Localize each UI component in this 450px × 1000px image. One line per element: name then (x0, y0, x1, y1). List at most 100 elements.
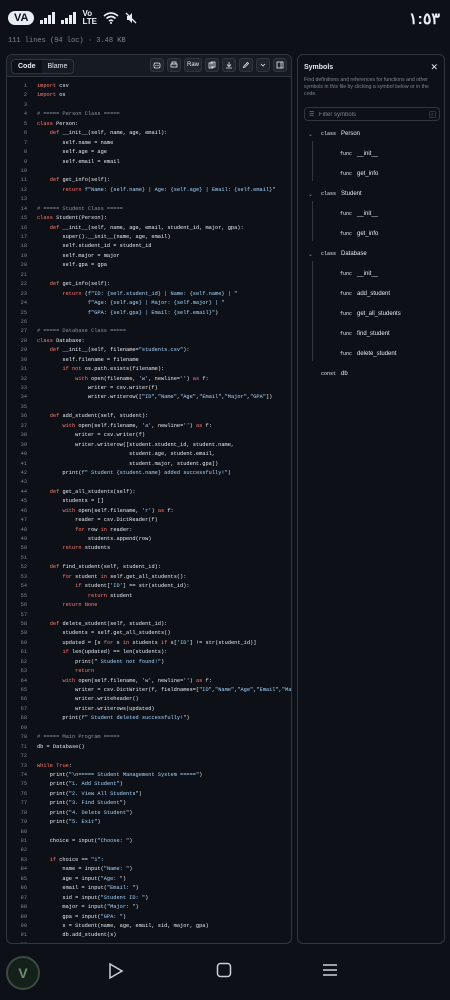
line-number[interactable]: 43 (7, 478, 37, 487)
code-line[interactable]: 19 self.major = major (7, 252, 291, 261)
code-line[interactable]: 31 if not os.path.exists(filename): (7, 365, 291, 374)
code-line[interactable]: 87 sid = input("Student ID: ") (7, 894, 291, 903)
line-number[interactable]: 58 (7, 620, 37, 629)
symbol-func-row[interactable]: func __init__ (298, 267, 446, 281)
symbol-const-row[interactable]: const db (298, 367, 446, 381)
code-line[interactable]: 16 def __init__(self, name, age, email, … (7, 224, 291, 233)
edit-button[interactable] (239, 58, 253, 72)
line-number[interactable]: 52 (7, 563, 37, 572)
line-number[interactable]: 12 (7, 186, 37, 195)
line-number[interactable]: 49 (7, 535, 37, 544)
code-line[interactable]: 89 gpa = input("GPA: ") (7, 913, 291, 922)
code-line[interactable]: 40 student.age, student.email, (7, 450, 291, 459)
code-line[interactable]: 46 with open(self.filename, 'r') as f: (7, 507, 291, 516)
code-line[interactable]: 50 return students (7, 544, 291, 553)
code-line[interactable]: 76 print("2. View All Students") (7, 790, 291, 799)
line-number[interactable]: 89 (7, 913, 37, 922)
line-number[interactable]: 25 (7, 309, 37, 318)
line-number[interactable]: 66 (7, 695, 37, 704)
code-line[interactable]: 18 self.student_id = student_id (7, 242, 291, 251)
code-line[interactable]: 1 import csv (7, 82, 291, 91)
line-number[interactable]: 84 (7, 865, 37, 874)
line-number[interactable]: 37 (7, 422, 37, 431)
line-number[interactable]: 17 (7, 233, 37, 242)
line-number[interactable]: 22 (7, 280, 37, 289)
code-line[interactable]: 49 students.append(row) (7, 535, 291, 544)
code-line[interactable]: 77 print("3. Find Student") (7, 799, 291, 808)
line-number[interactable]: 87 (7, 894, 37, 903)
code-line[interactable]: 47 reader = csv.DictReader(f) (7, 516, 291, 525)
line-number[interactable]: 73 (7, 762, 37, 771)
code-line[interactable]: 44 def get_all_students(self): (7, 488, 291, 497)
download-button[interactable] (222, 58, 236, 72)
code-line[interactable]: 54 if student['ID'] == str(student_id): (7, 582, 291, 591)
code-line[interactable]: 22 def get_info(self): (7, 280, 291, 289)
code-line[interactable]: 78 print("4. Delete Student") (7, 809, 291, 818)
line-number[interactable]: 39 (7, 441, 37, 450)
line-number[interactable]: 74 (7, 771, 37, 780)
back-triangle-icon[interactable] (108, 962, 124, 980)
line-number[interactable]: 78 (7, 809, 37, 818)
code-line[interactable]: 23 return (f"ID: {self.student_id} | Nam… (7, 290, 291, 299)
code-line[interactable]: 7 self.name = name (7, 139, 291, 148)
code-line[interactable]: 12 return f"Name: {self.name} | Age: {se… (7, 186, 291, 195)
code-line[interactable]: 10 (7, 167, 291, 176)
symbol-func-row[interactable]: func add_student (298, 287, 446, 301)
line-number[interactable]: 15 (7, 214, 37, 223)
code-line[interactable]: 63 return (7, 667, 291, 676)
print-button[interactable] (166, 58, 181, 72)
code-line[interactable]: 68 print(f" Student deleted successfully… (7, 714, 291, 723)
line-number[interactable]: 68 (7, 714, 37, 723)
recents-menu-icon[interactable] (322, 962, 338, 978)
code-line[interactable]: 56 return None (7, 601, 291, 610)
line-number[interactable]: 31 (7, 365, 37, 374)
line-number[interactable]: 44 (7, 488, 37, 497)
code-line[interactable]: 32 with open(filename, 'w', newline='') … (7, 375, 291, 384)
symbol-func-row[interactable]: func get_info (298, 227, 446, 241)
code-line[interactable]: 84 name = input("Name: ") (7, 865, 291, 874)
code-line[interactable]: 81 choice = input("Choose: ") (7, 837, 291, 846)
line-number[interactable]: 13 (7, 195, 37, 204)
line-number[interactable]: 26 (7, 318, 37, 327)
line-number[interactable]: 19 (7, 252, 37, 261)
code-line[interactable]: 70 # ===== Main Program ===== (7, 733, 291, 742)
code-line[interactable]: 73 while True: (7, 762, 291, 771)
line-number[interactable]: 54 (7, 582, 37, 591)
line-number[interactable]: 64 (7, 677, 37, 686)
line-number[interactable]: 2 (7, 91, 37, 100)
code-line[interactable]: 25 f"GPA: {self.gpa} | Email: {self.emai… (7, 309, 291, 318)
line-number[interactable]: 75 (7, 780, 37, 789)
line-number[interactable]: 11 (7, 176, 37, 185)
symbol-class-row[interactable]: ⌄ class Person (298, 127, 446, 141)
line-number[interactable]: 45 (7, 497, 37, 506)
line-number[interactable]: 53 (7, 573, 37, 582)
close-icon[interactable]: ✕ (430, 62, 438, 73)
code-line[interactable]: 35 (7, 403, 291, 412)
code-line[interactable]: 45 students = [] (7, 497, 291, 506)
line-number[interactable]: 86 (7, 884, 37, 893)
code-line[interactable]: 64 with open(self.filename, 'w', newline… (7, 677, 291, 686)
line-number[interactable]: 65 (7, 686, 37, 695)
code-line[interactable]: 71 db = Database() (7, 743, 291, 752)
code-line[interactable]: 60 updated = [s for s in students if s['… (7, 639, 291, 648)
line-number[interactable]: 57 (7, 611, 37, 620)
code-line[interactable]: 33 writer = csv.writer(f) (7, 384, 291, 393)
symbols-toggle-button[interactable] (273, 58, 287, 72)
line-number[interactable]: 56 (7, 601, 37, 610)
code-line[interactable]: 80 (7, 828, 291, 837)
line-number[interactable]: 23 (7, 290, 37, 299)
line-number[interactable]: 46 (7, 507, 37, 516)
code-line[interactable]: 43 (7, 478, 291, 487)
symbol-class-row[interactable]: ⌄ class Student (298, 187, 446, 201)
code-line[interactable]: 14 # ===== Student Class ===== (7, 205, 291, 214)
line-number[interactable]: 92 (7, 941, 37, 943)
line-number[interactable]: 80 (7, 828, 37, 837)
code-line[interactable]: 26 (7, 318, 291, 327)
line-number[interactable]: 81 (7, 837, 37, 846)
line-number[interactable]: 61 (7, 648, 37, 657)
line-number[interactable]: 8 (7, 148, 37, 157)
code-line[interactable]: 59 students = self.get_all_students() (7, 629, 291, 638)
line-number[interactable]: 20 (7, 261, 37, 270)
code-line[interactable]: 11 def get_info(self): (7, 176, 291, 185)
line-number[interactable]: 69 (7, 724, 37, 733)
